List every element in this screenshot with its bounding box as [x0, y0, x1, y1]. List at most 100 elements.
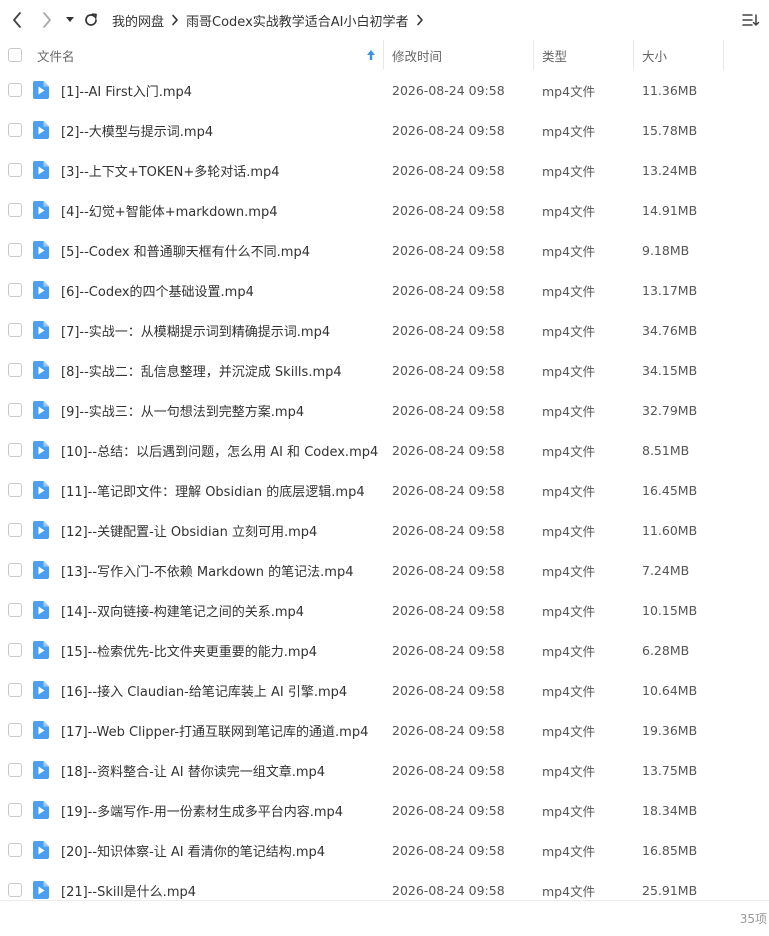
file-size: 9.18MB [642, 242, 690, 258]
row-checkbox[interactable] [8, 203, 22, 217]
file-name: [18]--资料整合-让 AI 替你读完一组文章.mp4 [61, 764, 326, 780]
file-type: mp4文件 [542, 203, 596, 219]
row-checkbox[interactable] [8, 323, 22, 337]
file-row[interactable]: [6]--Codex的四个基础设置.mp4 2026-08-24 09:58 m… [0, 270, 769, 310]
row-checkbox[interactable] [8, 723, 22, 737]
file-size: 11.60MB [642, 522, 698, 538]
file-row[interactable]: [15]--检索优先-比文件夹更重要的能力.mp4 2026-08-24 09:… [0, 630, 769, 670]
video-file-icon [33, 361, 49, 379]
file-modified-time: 2026-08-24 09:58 [392, 122, 505, 138]
breadcrumb-current-folder[interactable]: 雨哥Codex实战教学适合AI小白初学者 [186, 11, 408, 30]
row-checkbox[interactable] [8, 363, 22, 377]
forward-button[interactable] [32, 0, 62, 40]
video-file-icon [33, 321, 49, 339]
video-file-icon [33, 241, 49, 259]
video-file-icon [33, 721, 49, 739]
select-all-checkbox[interactable] [8, 48, 22, 62]
row-checkbox[interactable] [8, 283, 22, 297]
row-checkbox[interactable] [8, 123, 22, 137]
file-row[interactable]: [12]--关键配置-让 Obsidian 立刻可用.mp4 2026-08-2… [0, 510, 769, 550]
video-file-icon [33, 641, 49, 659]
row-select-cell [0, 830, 28, 870]
file-row[interactable]: [8]--实战二：乱信息整理，并沉淀成 Skills.mp4 2026-08-2… [0, 350, 769, 390]
row-select-cell [0, 550, 28, 590]
video-file-icon [33, 841, 49, 859]
file-row[interactable]: [11]--笔记即文件：理解 Obsidian 的底层逻辑.mp4 2026-0… [0, 470, 769, 510]
file-row[interactable]: [10]--总结：以后遇到问题，怎么用 AI 和 Codex.mp4 2026-… [0, 430, 769, 470]
breadcrumb-root[interactable]: 我的网盘 [112, 11, 164, 30]
file-type: mp4文件 [542, 243, 596, 259]
column-header-size[interactable]: 大小 [634, 40, 724, 70]
file-row[interactable]: [13]--写作入门-不依赖 Markdown 的笔记法.mp4 2026-08… [0, 550, 769, 590]
file-name: [15]--检索优先-比文件夹更重要的能力.mp4 [61, 644, 318, 660]
sort-ascending-icon [365, 48, 377, 62]
column-header-time-label: 修改时间 [392, 48, 443, 64]
breadcrumb: 我的网盘 雨哥Codex实战教学适合AI小白初学者 [112, 0, 431, 40]
row-select-cell [0, 190, 28, 230]
file-name: [19]--多端写作-用一份素材生成多平台内容.mp4 [61, 804, 344, 820]
row-checkbox[interactable] [8, 483, 22, 497]
row-checkbox[interactable] [8, 603, 22, 617]
column-header-time[interactable]: 修改时间 [384, 40, 534, 70]
row-checkbox[interactable] [8, 643, 22, 657]
refresh-icon [85, 13, 97, 26]
file-type: mp4文件 [542, 123, 596, 139]
video-file-icon [33, 761, 49, 779]
history-dropdown-button[interactable] [62, 0, 78, 40]
file-size: 10.15MB [642, 602, 698, 618]
refresh-button[interactable] [78, 0, 104, 40]
file-name: [13]--写作入门-不依赖 Markdown 的笔记法.mp4 [61, 564, 354, 580]
file-row[interactable]: [17]--Web Clipper-打通互联网到笔记库的通道.mp4 2026-… [0, 710, 769, 750]
file-list-header: 文件名 修改时间 类型 大小 [0, 40, 769, 70]
file-row[interactable]: [5]--Codex 和普通聊天框有什么不同.mp4 2026-08-24 09… [0, 230, 769, 270]
row-checkbox[interactable] [8, 883, 22, 897]
video-file-icon [33, 881, 49, 899]
file-type: mp4文件 [542, 763, 596, 779]
file-row[interactable]: [14]--双向链接-构建笔记之间的关系.mp4 2026-08-24 09:5… [0, 590, 769, 630]
row-name-cell: [18]--资料整合-让 AI 替你读完一组文章.mp4 [28, 750, 384, 790]
file-row[interactable]: [16]--接入 Claudian-给笔记库装上 AI 引擎.mp4 2026-… [0, 670, 769, 710]
row-checkbox[interactable] [8, 403, 22, 417]
column-header-name[interactable]: 文件名 [28, 40, 384, 70]
row-checkbox[interactable] [8, 843, 22, 857]
row-select-cell [0, 710, 28, 750]
file-type: mp4文件 [542, 163, 596, 179]
file-modified-time: 2026-08-24 09:58 [392, 522, 505, 538]
sort-options-button[interactable] [741, 10, 761, 30]
file-row[interactable]: [3]--上下文+TOKEN+多轮对话.mp4 2026-08-24 09:58… [0, 150, 769, 190]
row-checkbox[interactable] [8, 83, 22, 97]
chevron-right-icon[interactable] [409, 0, 431, 40]
file-name: [11]--笔记即文件：理解 Obsidian 的底层逻辑.mp4 [61, 484, 365, 500]
chevron-left-icon [13, 12, 21, 28]
file-modified-time: 2026-08-24 09:58 [392, 482, 505, 498]
file-row[interactable]: [9]--实战三：从一句想法到完整方案.mp4 2026-08-24 09:58… [0, 390, 769, 430]
video-file-icon [33, 681, 49, 699]
row-checkbox[interactable] [8, 563, 22, 577]
row-checkbox[interactable] [8, 803, 22, 817]
row-checkbox[interactable] [8, 243, 22, 257]
column-header-type[interactable]: 类型 [534, 40, 634, 70]
file-modified-time: 2026-08-24 09:58 [392, 802, 505, 818]
row-checkbox[interactable] [8, 523, 22, 537]
file-name: [9]--实战三：从一句想法到完整方案.mp4 [61, 404, 305, 420]
select-all-cell [0, 40, 28, 70]
file-row[interactable]: [4]--幻觉+智能体+markdown.mp4 2026-08-24 09:5… [0, 190, 769, 230]
row-checkbox[interactable] [8, 443, 22, 457]
file-row[interactable]: [2]--大模型与提示词.mp4 2026-08-24 09:58 mp4文件 … [0, 110, 769, 150]
file-row[interactable]: [7]--实战一：从模糊提示词到精确提示词.mp4 2026-08-24 09:… [0, 310, 769, 350]
row-select-cell [0, 510, 28, 550]
row-checkbox[interactable] [8, 163, 22, 177]
file-row[interactable]: [1]--AI First入门.mp4 2026-08-24 09:58 mp4… [0, 70, 769, 110]
back-button[interactable] [2, 0, 32, 40]
file-type: mp4文件 [542, 603, 596, 619]
row-name-cell: [14]--双向链接-构建笔记之间的关系.mp4 [28, 590, 384, 630]
file-row[interactable]: [20]--知识体察-让 AI 看清你的笔记结构.mp4 2026-08-24 … [0, 830, 769, 870]
file-row[interactable]: [18]--资料整合-让 AI 替你读完一组文章.mp4 2026-08-24 … [0, 750, 769, 790]
row-checkbox[interactable] [8, 763, 22, 777]
file-row[interactable]: [19]--多端写作-用一份素材生成多平台内容.mp4 2026-08-24 0… [0, 790, 769, 830]
row-name-cell: [6]--Codex的四个基础设置.mp4 [28, 270, 384, 310]
row-checkbox[interactable] [8, 683, 22, 697]
video-file-icon [33, 481, 49, 499]
file-modified-time: 2026-08-24 09:58 [392, 162, 505, 178]
row-name-cell: [2]--大模型与提示词.mp4 [28, 110, 384, 150]
